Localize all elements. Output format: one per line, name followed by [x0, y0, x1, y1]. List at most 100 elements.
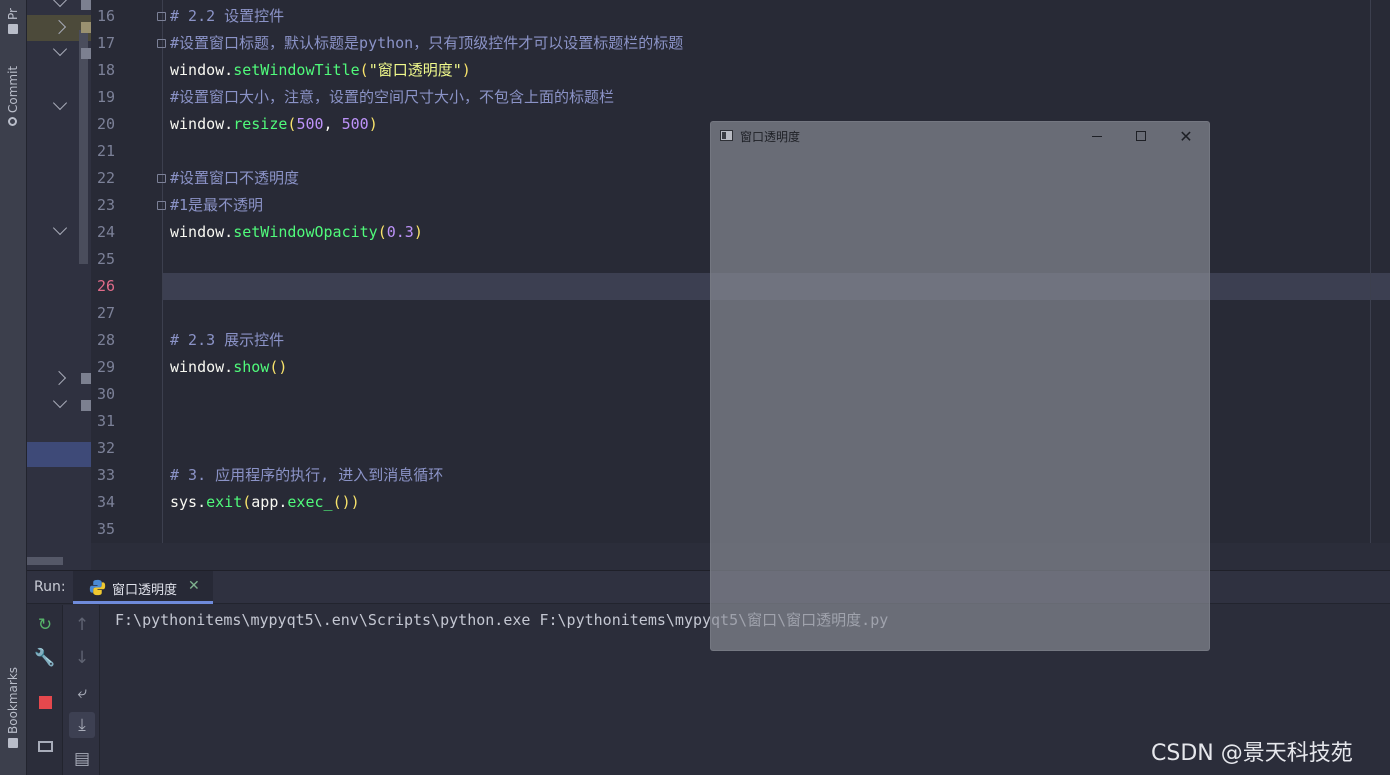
run-toolbar-secondary: ↑ ↓ ⤶ ⤓ ▤: [63, 605, 100, 775]
arrow-down-icon[interactable]: ↓: [69, 645, 95, 671]
wrench-icon[interactable]: 🔧: [32, 645, 58, 671]
line-number: 30: [97, 385, 116, 403]
code-token: "窗口透明度": [368, 61, 462, 79]
code-line[interactable]: # 2.2 设置控件: [170, 3, 284, 30]
tree-node[interactable]: [27, 41, 91, 67]
code-token: 500: [296, 115, 324, 133]
commit-icon: [8, 117, 18, 126]
maximize-icon: [1136, 131, 1146, 141]
tree-node[interactable]: [27, 393, 91, 419]
code-token: sys.: [170, 493, 207, 511]
code-line[interactable]: sys.exit(app.exec_()): [170, 489, 360, 516]
tree-node[interactable]: [27, 366, 91, 392]
scroll-to-end-icon[interactable]: ⤓: [69, 712, 95, 738]
fold-icon[interactable]: [157, 12, 166, 21]
fold-icon[interactable]: [157, 39, 166, 48]
line-number: 16: [97, 7, 116, 25]
app-window-icon: [720, 130, 733, 141]
code-line[interactable]: # 2.3 展示控件: [170, 327, 284, 354]
tool-window-stripe: Pr Commit Bookmarks: [0, 0, 27, 775]
code-token: ,: [323, 115, 342, 133]
tree-horizontal-scrollbar[interactable]: [27, 557, 63, 565]
code-token: #设置窗口不透明度: [170, 169, 300, 187]
code-line[interactable]: window.show(): [170, 354, 287, 381]
code-token: (): [269, 358, 288, 376]
code-token: 500: [341, 115, 369, 133]
close-button[interactable]: ✕: [1164, 122, 1208, 150]
chevron-down-icon[interactable]: [52, 220, 68, 236]
code-token: (: [359, 61, 369, 79]
code-token: window.: [170, 358, 234, 376]
window-titlebar[interactable]: 窗口透明度 ✕: [711, 122, 1209, 150]
line-number: 20: [97, 115, 116, 133]
python-icon: [89, 579, 106, 596]
code-line[interactable]: #设置窗口不透明度: [170, 165, 299, 192]
code-token: # 2.3 展示控件: [170, 331, 285, 349]
tree-node[interactable]: [27, 15, 91, 41]
tree-selected-row[interactable]: [27, 442, 91, 467]
close-icon: ✕: [1179, 126, 1193, 146]
close-icon[interactable]: ✕: [188, 578, 200, 594]
code-token: window.: [170, 61, 234, 79]
code-token: setWindowOpacity: [233, 223, 378, 241]
run-label: Run:: [34, 579, 66, 595]
line-number: 35: [97, 520, 116, 538]
arrow-up-icon[interactable]: ↑: [69, 612, 95, 638]
code-token: (: [377, 223, 387, 241]
chevron-down-icon[interactable]: [52, 41, 68, 57]
tree-node[interactable]: [27, 220, 91, 246]
bookmarks-tab[interactable]: Bookmarks: [2, 656, 24, 748]
print-icon[interactable]: ▤: [69, 746, 95, 772]
line-number: 33: [97, 466, 116, 484]
code-token: #设置窗口大小，注意，设置的空间尺寸大小，不包含上面的标题栏: [170, 88, 615, 106]
line-number: 29: [97, 358, 116, 376]
stop-button[interactable]: [32, 689, 58, 715]
fold-icon[interactable]: [157, 174, 166, 183]
minimize-button[interactable]: [1075, 122, 1119, 150]
code-line[interactable]: #设置窗口标题，默认标题是python，只有顶级控件才可以设置标题栏的标题: [170, 30, 683, 57]
layout-icon[interactable]: [32, 733, 58, 759]
chevron-down-icon[interactable]: [52, 95, 68, 111]
code-token: # 2.2 设置控件: [170, 7, 285, 25]
code-line[interactable]: window.setWindowTitle("窗口透明度"): [170, 57, 471, 84]
chevron-down-icon[interactable]: [52, 0, 68, 8]
project-tree: [27, 0, 91, 570]
tree-node[interactable]: [27, 95, 91, 121]
code-token: ()): [332, 493, 360, 511]
run-tab[interactable]: 窗口透明度 ✕: [73, 571, 213, 604]
fold-icon[interactable]: [157, 201, 166, 210]
commit-tab[interactable]: Commit: [2, 54, 24, 126]
folder-icon: [81, 0, 91, 10]
chevron-down-icon[interactable]: [52, 393, 68, 409]
run-toolbar-primary: ↻ 🔧: [27, 605, 63, 775]
folder-icon: [81, 400, 91, 411]
code-token: (: [242, 493, 252, 511]
code-token: exec_: [287, 493, 333, 511]
code-token: window.: [170, 223, 234, 241]
chevron-right-icon[interactable]: [51, 19, 67, 35]
line-number: 19: [97, 88, 116, 106]
minimize-icon: [1092, 135, 1102, 137]
code-token: # 3. 应用程序的执行, 进入到消息循环: [170, 466, 444, 484]
code-token: ): [368, 115, 378, 133]
soft-wrap-icon[interactable]: ⤶: [69, 680, 95, 706]
code-token: app.: [251, 493, 288, 511]
folder-icon: [8, 24, 18, 34]
translucent-app-window[interactable]: 窗口透明度 ✕: [710, 121, 1210, 651]
line-number: 18: [97, 61, 116, 79]
code-line[interactable]: # 3. 应用程序的执行, 进入到消息循环: [170, 462, 443, 489]
line-number: 26: [97, 277, 116, 295]
code-token: exit: [206, 493, 243, 511]
code-line[interactable]: #设置窗口大小，注意，设置的空间尺寸大小，不包含上面的标题栏: [170, 84, 614, 111]
code-line[interactable]: window.resize(500, 500): [170, 111, 378, 138]
code-token: ): [413, 223, 423, 241]
chevron-right-icon[interactable]: [51, 370, 67, 386]
maximize-button[interactable]: [1119, 122, 1163, 150]
code-line[interactable]: window.setWindowOpacity(0.3): [170, 219, 423, 246]
code-token: #设置窗口标题，默认标题是python，只有顶级控件才可以设置标题栏的标题: [170, 34, 684, 52]
right-margin-guide: [1370, 0, 1371, 543]
code-line[interactable]: #1是最不透明: [170, 192, 263, 219]
rerun-icon[interactable]: ↻: [32, 612, 58, 638]
line-number: 27: [97, 304, 116, 322]
project-tab[interactable]: Pr: [2, 0, 24, 34]
